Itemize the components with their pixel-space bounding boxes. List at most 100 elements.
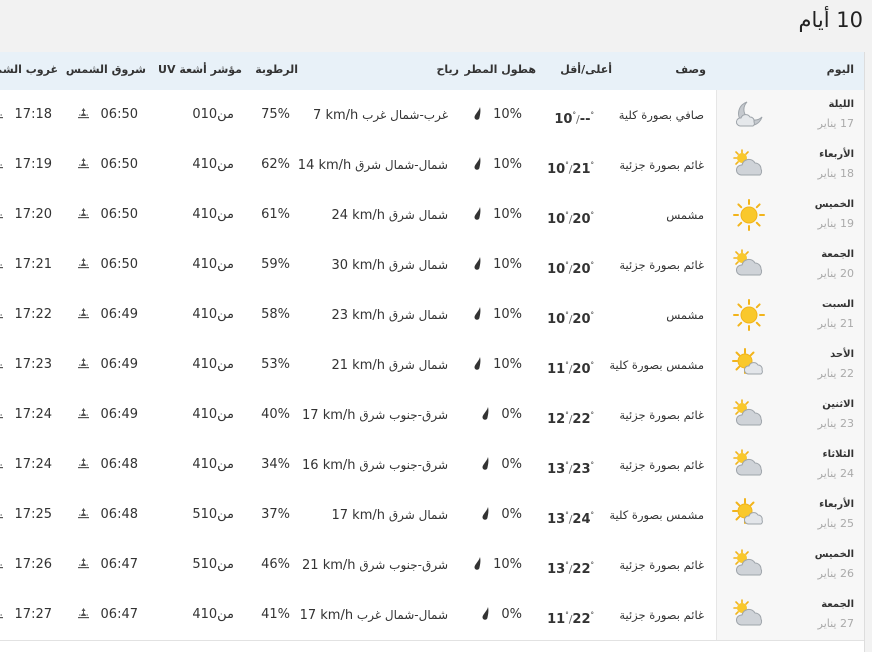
sunrise-icon	[77, 607, 101, 622]
raindrop-icon	[481, 457, 501, 472]
day-cell: السبت 21 يناير	[716, 290, 864, 340]
sunrise-time: 06:50	[100, 157, 138, 172]
sunset-time: 17:27	[14, 607, 52, 622]
sunrise-icon	[77, 507, 101, 522]
table-row[interactable]: الخميس 19 يناير مشمس 10°/20° 10% شمال شرق 24 …	[0, 190, 864, 241]
header-humidity: الرطوبة	[255, 63, 298, 76]
day-cell: الخميس 26 يناير	[716, 540, 864, 590]
table-row[interactable]: السبت 21 يناير مشمس 10°/20° 10% شمال شرق 23 k…	[0, 290, 864, 341]
precipitation: 0%	[481, 440, 522, 490]
raindrop-icon	[473, 207, 493, 222]
sunset-icon	[0, 457, 15, 472]
temperature-hi-lo: 12°/22°	[547, 411, 594, 427]
day-date: 17 يناير	[817, 117, 854, 130]
weather-description: صافي بصورة كلية	[618, 108, 704, 122]
humidity: 59%	[261, 257, 290, 272]
sunrise-time: 06:47	[100, 557, 138, 572]
day-cell: الأربعاء 18 يناير	[716, 140, 864, 190]
wind-direction: شمال شرق	[388, 258, 448, 272]
precipitation-value: 10%	[493, 157, 522, 172]
sunrise-time: 06:49	[100, 407, 138, 422]
day-date: 22 يناير	[817, 367, 854, 380]
wind-speed: 21 km/h	[302, 558, 356, 573]
temp-high: 22	[572, 412, 591, 427]
sunrise: 06:47	[77, 540, 138, 590]
day-cell: الأحد 22 يناير	[716, 340, 864, 390]
table-row[interactable]: الأحد 22 يناير مشمس بصورة كلية 11°/20° 10% شم…	[0, 340, 864, 391]
table-row[interactable]: الجمعة 20 يناير غائم بصورة جزئية 10°/20° 10%…	[0, 240, 864, 291]
temp-high: 22	[572, 562, 591, 577]
wind-speed: 24 km/h	[331, 208, 386, 223]
uv-index: 4من10	[192, 257, 234, 272]
wind-speed: 17 km/h	[299, 608, 354, 623]
moon-cloud-icon	[732, 98, 766, 132]
sunrise: 06:49	[77, 340, 138, 390]
uv-index: 4من10	[192, 307, 234, 322]
temp-high: 20	[572, 362, 591, 377]
sunset-icon	[0, 207, 15, 222]
weather-description: مشمس	[666, 308, 704, 322]
temperature-hi-lo: 13°/24°	[547, 511, 594, 527]
precipitation: 10%	[473, 190, 522, 240]
precipitation: 10%	[473, 90, 522, 140]
sunrise-icon	[77, 407, 101, 422]
table-row[interactable]: الأربعاء 25 يناير مشمس بصورة كلية 13°/24° 0%…	[0, 490, 864, 541]
precipitation-value: 0%	[501, 507, 522, 522]
sunrise-icon	[77, 257, 101, 272]
sunset-time: 17:24	[14, 407, 52, 422]
precipitation: 0%	[481, 490, 522, 540]
sunrise-time: 06:47	[100, 607, 138, 622]
sunset-icon	[0, 357, 15, 372]
partly-cloudy-icon	[732, 548, 766, 582]
temp-high: 22	[572, 612, 591, 627]
partly-cloudy-icon	[732, 448, 766, 482]
temp-high: 21	[572, 162, 591, 177]
header-day: اليوم	[826, 63, 854, 76]
day-date: 25 يناير	[817, 517, 854, 530]
sunset: 17:27	[0, 590, 52, 640]
temperature-hi-lo: 11°/20°	[547, 361, 594, 377]
day-name: الأحد	[830, 349, 854, 360]
sunset-icon	[0, 307, 15, 322]
sunrise: 06:49	[77, 290, 138, 340]
temperature-hi-lo: 10°/--°	[554, 111, 594, 127]
sunrise-icon	[77, 307, 101, 322]
day-name: الأربعاء	[819, 499, 854, 510]
raindrop-icon	[481, 407, 501, 422]
sunset: 17:24	[0, 390, 52, 440]
table-row[interactable]: الأربعاء 18 يناير غائم بصورة جزئية 10°/21° 1…	[0, 140, 864, 191]
precipitation: 0%	[481, 590, 522, 640]
sunset: 17:20	[0, 190, 52, 240]
temp-low: 13	[547, 512, 566, 527]
precipitation-value: 0%	[501, 407, 522, 422]
precipitation: 10%	[473, 540, 522, 590]
partly-cloudy-icon	[732, 398, 766, 432]
precipitation-value: 0%	[501, 607, 522, 622]
sunset-time: 17:18	[14, 107, 52, 122]
mostly-sunny-icon	[732, 498, 766, 532]
day-name: السبت	[821, 299, 854, 310]
uv-index: 4من10	[192, 407, 234, 422]
sunrise-icon	[77, 557, 101, 572]
sunset-time: 17:20	[14, 207, 52, 222]
precipitation: 10%	[473, 290, 522, 340]
partly-cloudy-icon	[732, 248, 766, 282]
raindrop-icon	[473, 107, 493, 122]
sunrise-icon	[77, 157, 101, 172]
sunset: 17:24	[0, 440, 52, 490]
table-row[interactable]: الليلة 17 يناير صافي بصورة كلية 10°/--° 10% غ…	[0, 90, 864, 141]
day-cell: الجمعة 27 يناير	[716, 590, 864, 640]
sunset: 17:18	[0, 90, 52, 140]
table-row[interactable]: الجمعة 27 يناير غائم بصورة جزئية 11°/22° 0% ش…	[0, 590, 864, 641]
wind-direction: شرق-جنوب شرق	[359, 408, 448, 422]
sunrise: 06:50	[77, 90, 138, 140]
wind-speed: 30 km/h	[331, 258, 386, 273]
table-row[interactable]: الخميس 26 يناير غائم بصورة جزئية 13°/22° 10%…	[0, 540, 864, 591]
forecast-table: اليوم وصف أعلى/أقل هطول المطر رياح الرطو…	[0, 52, 865, 652]
wind-speed: 23 km/h	[331, 308, 386, 323]
day-name: الجمعة	[821, 249, 854, 260]
temp-high: 20	[572, 312, 591, 327]
table-row[interactable]: الاثنين 23 يناير غائم بصورة جزئية 12°/22° 0%…	[0, 390, 864, 441]
sunrise: 06:47	[77, 590, 138, 640]
table-row[interactable]: الثلاثاء 24 يناير غائم بصورة جزئية 13°/23° 0…	[0, 440, 864, 491]
